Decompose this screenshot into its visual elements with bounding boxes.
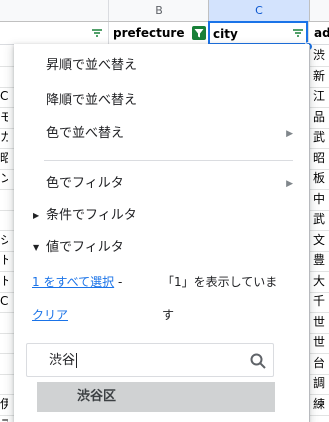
sort-descending-item[interactable]: 降順で並べ替え — [14, 86, 309, 116]
cell-a[interactable]: 伊 — [0, 394, 8, 415]
submenu-arrow-icon: ▶ — [286, 179, 293, 189]
cell-d[interactable]: 武 — [309, 209, 329, 230]
column-header-row: B C — [0, 0, 329, 22]
filter-menu: 昇順で並べ替え 降順で並べ替え 色で並べ替え ▶ 色でフィルタ ▶ ▶ 条件でフ… — [14, 44, 309, 422]
header-data-row: prefecture city ad — [0, 21, 329, 45]
cell-a[interactable]: C — [0, 291, 8, 312]
cell-a[interactable] — [0, 373, 8, 394]
text-cursor — [76, 353, 78, 368]
cell-a[interactable]: カ — [0, 127, 8, 148]
filter-value-item[interactable]: 渋谷区 — [37, 382, 275, 412]
separator-dash: - — [117, 275, 123, 289]
filter-active-icon[interactable] — [192, 26, 206, 40]
status-text-line2: す — [162, 308, 175, 322]
city-header: city — [213, 27, 238, 41]
cell-d[interactable]: 渋 — [309, 45, 329, 66]
filter-by-condition-item[interactable]: ▶ 条件でフィルタ — [14, 201, 309, 231]
cell-a[interactable] — [0, 209, 8, 230]
cell-d[interactable]: 新 — [309, 65, 329, 87]
search-icon[interactable] — [249, 352, 267, 370]
cell-d[interactable]: 品 — [309, 106, 329, 128]
collapsed-caret-icon: ▶ — [33, 211, 40, 220]
cell-a1[interactable] — [0, 22, 108, 44]
cell-a[interactable]: シ — [0, 230, 8, 251]
cell-a[interactable]: ト — [0, 250, 8, 271]
cell-a[interactable]: モ — [0, 107, 8, 128]
cell-d[interactable]: 大 — [309, 270, 329, 292]
cell-a[interactable]: ン — [0, 168, 8, 189]
cell-a[interactable] — [0, 45, 8, 66]
cell-a[interactable]: 昭 — [0, 148, 8, 169]
prefecture-header: prefecture — [113, 26, 185, 40]
cell-d[interactable]: 文 — [309, 229, 329, 251]
cell-d[interactable]: 世 — [309, 332, 329, 353]
cell-d[interactable]: 江 — [309, 86, 329, 107]
filter-icon[interactable] — [291, 26, 305, 40]
cell-d[interactable] — [309, 414, 329, 422]
filter-icon[interactable] — [90, 26, 104, 40]
column-c-header[interactable]: C — [208, 0, 310, 21]
cell-d[interactable]: 千 — [309, 291, 329, 312]
search-input[interactable]: 渋谷 — [26, 343, 274, 377]
cell-d[interactable]: 調 — [309, 373, 329, 394]
filter-by-color-item[interactable]: 色でフィルタ ▶ — [14, 169, 309, 199]
status-text-line1: 「1」を表示していま — [162, 275, 278, 289]
cell-d[interactable]: 練 — [309, 393, 329, 415]
cell-a[interactable] — [0, 189, 8, 210]
filter-by-values-item[interactable]: ▼ 値でフィルタ — [14, 233, 309, 263]
cell-d[interactable]: 台 — [309, 352, 329, 374]
cell-d[interactable]: 中 — [309, 188, 329, 210]
cell-a[interactable]: ト — [0, 271, 8, 292]
cell-a[interactable] — [0, 353, 8, 374]
cell-d[interactable]: 武 — [309, 127, 329, 148]
cell-d[interactable]: 昭 — [309, 147, 329, 169]
cell-d[interactable]: 板 — [309, 168, 329, 189]
select-all-link[interactable]: 1 をすべて選択 — [32, 275, 114, 289]
cell-c1-selected[interactable]: city — [208, 21, 308, 45]
address-header[interactable]: ad — [308, 22, 329, 44]
sort-ascending-item[interactable]: 昇順で並べ替え — [14, 51, 309, 81]
cell-d[interactable]: 豊 — [309, 250, 329, 271]
clear-link[interactable]: クリア — [32, 306, 68, 323]
cell-a[interactable] — [0, 312, 8, 333]
column-b-header[interactable]: B — [108, 0, 209, 21]
select-all-row: 1 をすべて選択 - — [32, 273, 142, 290]
cell-a[interactable] — [0, 66, 8, 87]
cell-d[interactable]: 世 — [309, 311, 329, 333]
submenu-arrow-icon: ▶ — [286, 129, 293, 139]
cell-a[interactable] — [0, 332, 8, 353]
menu-divider — [44, 160, 293, 161]
cell-b1[interactable]: prefecture — [108, 22, 208, 44]
sort-by-color-item[interactable]: 色で並べ替え ▶ — [14, 119, 309, 149]
search-value: 渋谷 — [49, 353, 78, 368]
expanded-caret-icon: ▼ — [33, 243, 40, 252]
cell-a[interactable]: C — [0, 86, 8, 107]
cell-a[interactable]: ス — [0, 414, 8, 422]
